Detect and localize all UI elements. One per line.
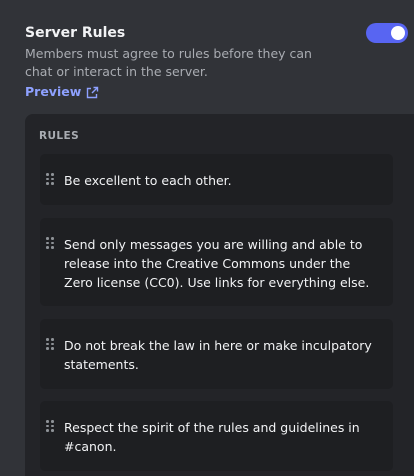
rule-item[interactable]: Respect the spirit of the rules and guid… bbox=[40, 401, 393, 471]
rule-text: Be excellent to each other. bbox=[64, 173, 232, 188]
rule-text: Respect the spirit of the rules and guid… bbox=[64, 420, 360, 454]
rules-panel: RULES Be excellent to each other. Send o… bbox=[25, 114, 414, 476]
preview-link[interactable]: Preview bbox=[25, 84, 99, 100]
server-rules-header: Server Rules Members must agree to rules… bbox=[25, 22, 325, 100]
server-rules-toggle[interactable] bbox=[366, 23, 408, 43]
preview-label: Preview bbox=[25, 84, 82, 99]
external-link-icon bbox=[87, 86, 99, 98]
rule-text: Do not break the law in here or make inc… bbox=[64, 338, 372, 372]
rules-section-label: RULES bbox=[39, 130, 80, 142]
toggle-knob bbox=[391, 26, 405, 40]
rule-text: Send only messages you are willing and a… bbox=[64, 237, 370, 290]
rule-item[interactable]: Send only messages you are willing and a… bbox=[40, 218, 393, 306]
server-rules-description: Members must agree to rules before they … bbox=[25, 46, 312, 79]
drag-handle-icon[interactable] bbox=[46, 173, 54, 185]
rule-item[interactable]: Be excellent to each other. bbox=[40, 154, 393, 205]
drag-handle-icon[interactable] bbox=[46, 420, 54, 432]
drag-handle-icon[interactable] bbox=[46, 237, 54, 249]
rule-item[interactable]: Do not break the law in here or make inc… bbox=[40, 319, 393, 389]
drag-handle-icon[interactable] bbox=[46, 338, 54, 350]
server-rules-title: Server Rules bbox=[25, 25, 126, 41]
